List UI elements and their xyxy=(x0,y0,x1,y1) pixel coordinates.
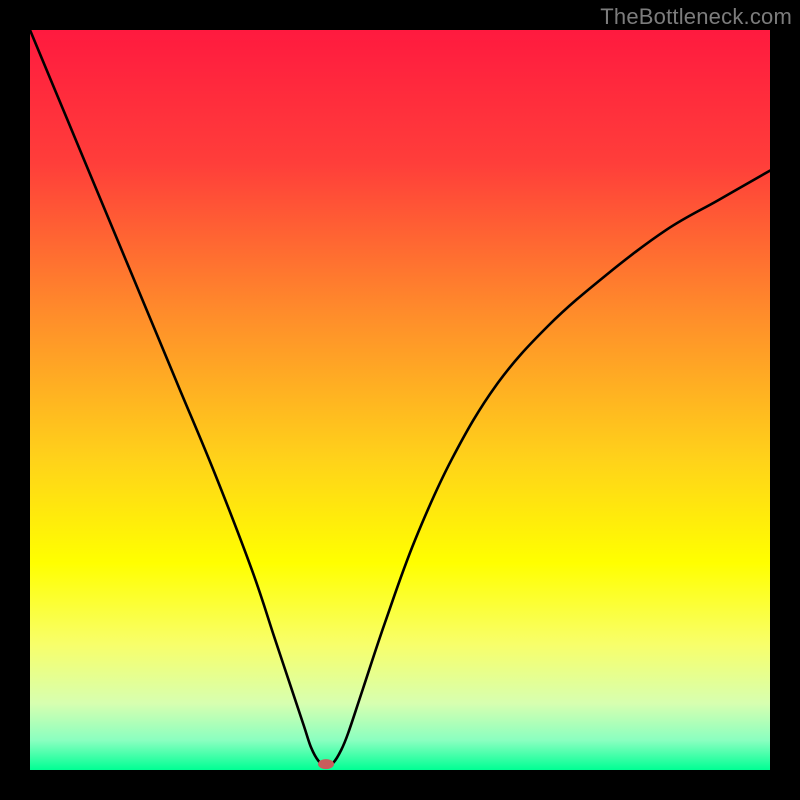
optimum-marker xyxy=(318,759,334,769)
gradient-background xyxy=(30,30,770,770)
plot-area xyxy=(30,30,770,770)
chart-frame: TheBottleneck.com xyxy=(0,0,800,800)
watermark-text: TheBottleneck.com xyxy=(600,4,792,30)
chart-svg xyxy=(30,30,770,770)
